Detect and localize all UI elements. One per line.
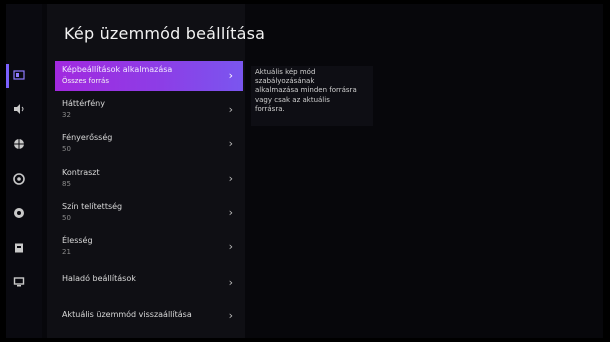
page-title: Kép üzemmód beállítása	[64, 24, 266, 43]
menu-item-label: Képbeállítások alkalmazása	[62, 65, 173, 74]
chevron-right-icon: ›	[228, 276, 233, 289]
menu-item-value: Összes forrás	[62, 77, 109, 85]
network-icon[interactable]	[13, 138, 25, 150]
chevron-right-icon: ›	[228, 240, 233, 253]
help-description-box: Aktuális kép mód szabályozásának alkalma…	[251, 66, 373, 126]
menu-item-value: 21	[62, 248, 71, 256]
menu-item-label: Háttérfény	[62, 99, 105, 108]
picture-icon[interactable]	[13, 69, 25, 81]
menu-item-label: Haladó beállítások	[62, 274, 136, 283]
help-description-text: Aktuális kép mód szabályozásának alkalma…	[255, 68, 357, 113]
menu-item-label: Szín telítettség	[62, 202, 123, 211]
menu-item-value: 85	[62, 180, 71, 188]
chevron-right-icon: ›	[228, 103, 233, 116]
general-icon[interactable]	[13, 173, 25, 185]
chevron-right-icon: ›	[228, 69, 233, 82]
chevron-right-icon: ›	[228, 137, 233, 150]
chevron-right-icon: ›	[228, 309, 233, 322]
menu-item-brightness[interactable]: Fényerősség 50 ›	[55, 129, 243, 159]
menu-item-color-saturation[interactable]: Szín telítettség 50 ›	[55, 198, 243, 228]
chevron-right-icon: ›	[228, 172, 233, 185]
menu-item-label: Kontraszt	[62, 168, 100, 177]
menu-item-label: Aktuális üzemmód visszaállítása	[62, 310, 192, 319]
input-icon[interactable]	[13, 242, 25, 254]
menu-item-advanced-settings[interactable]: Haladó beállítások ›	[55, 270, 243, 300]
menu-item-backlight[interactable]: Háttérfény 32 ›	[55, 95, 243, 125]
menu-item-sharpness[interactable]: Élesség 21 ›	[55, 232, 243, 262]
channel-icon[interactable]	[13, 207, 25, 219]
menu-item-value: 50	[62, 145, 71, 153]
menu-item-label: Fényerősség	[62, 133, 113, 142]
support-icon[interactable]	[13, 276, 25, 288]
chevron-right-icon: ›	[228, 206, 233, 219]
active-category-indicator	[6, 64, 9, 88]
sound-icon[interactable]	[13, 103, 25, 115]
menu-item-value: 50	[62, 214, 71, 222]
menu-item-apply-picture-settings[interactable]: Képbeállítások alkalmazása Összes forrás…	[55, 61, 243, 91]
menu-item-label: Élesség	[62, 236, 93, 245]
menu-item-contrast[interactable]: Kontraszt 85 ›	[55, 164, 243, 194]
menu-item-value: 32	[62, 111, 71, 119]
menu-item-reset-current-mode[interactable]: Aktuális üzemmód visszaállítása ›	[55, 306, 243, 336]
